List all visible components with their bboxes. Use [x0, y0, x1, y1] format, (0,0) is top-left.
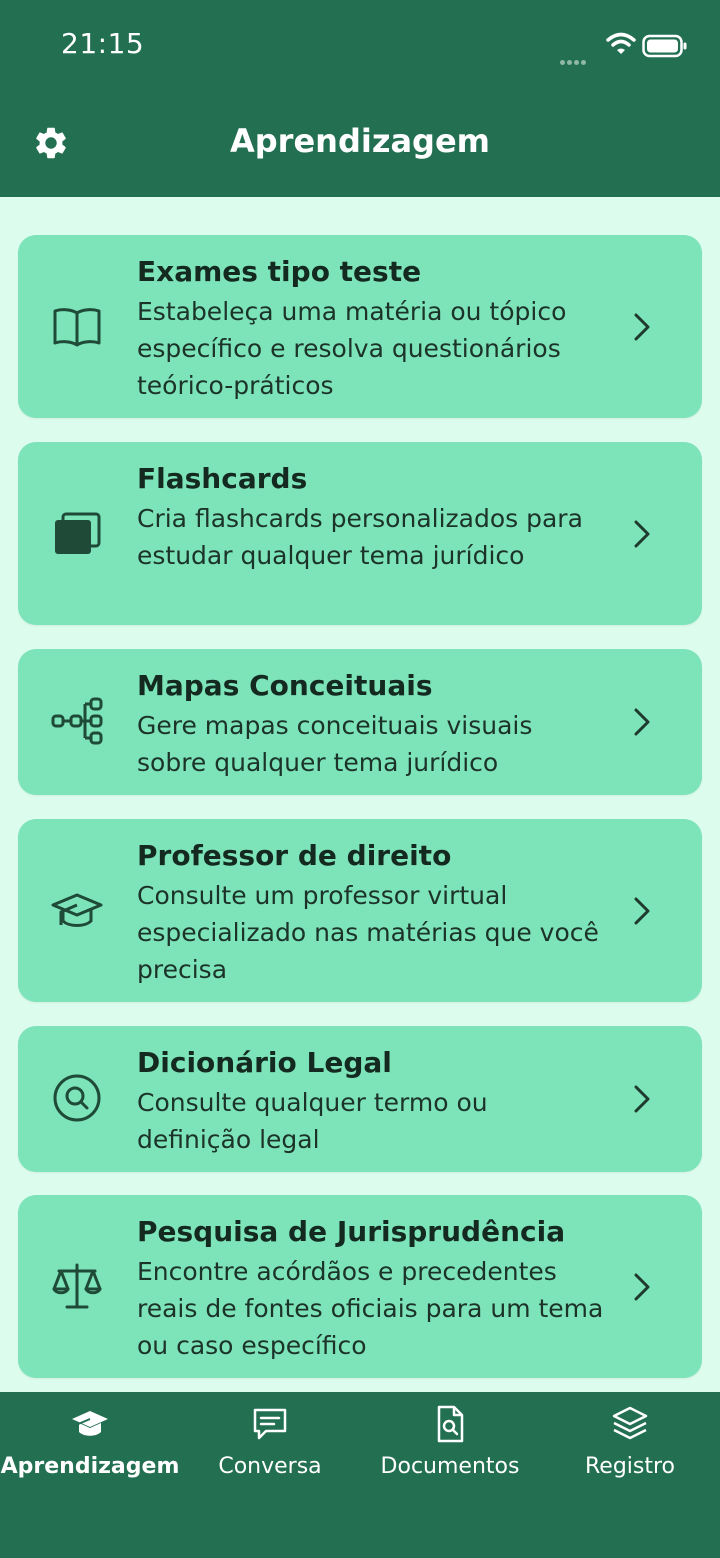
cards-icon	[55, 512, 101, 554]
tab-documentos[interactable]: Documentos	[360, 1404, 540, 1479]
chevron-right-icon	[634, 897, 650, 925]
card-title: Mapas Conceituais	[137, 669, 433, 702]
graduation-cap-icon	[51, 893, 103, 927]
card-description: Cria flashcards personalizados para estu…	[137, 504, 583, 570]
card-mapas-conceituais[interactable]: Mapas Conceituais Gere mapas conceituais…	[18, 649, 702, 795]
card-title: Flashcards	[137, 462, 308, 495]
card-dicionario-legal[interactable]: Dicionário Legal Consulte qualquer termo…	[18, 1026, 702, 1172]
document-search-icon	[437, 1405, 464, 1443]
battery-icon	[642, 34, 687, 58]
page-title: Aprendizagem	[230, 122, 490, 160]
layers-icon	[612, 1406, 648, 1440]
chevron-right-icon	[634, 313, 650, 341]
app-header: 21:15 Aprendizagem	[0, 0, 720, 197]
card-title: Pesquisa de Jurisprudência	[137, 1215, 566, 1248]
tab-label: Aprendizagem	[0, 1454, 180, 1479]
card-description: Consulte um professor virtual especializ…	[137, 881, 599, 984]
tab-conversa[interactable]: Conversa	[180, 1404, 360, 1479]
wifi-icon	[606, 32, 636, 54]
card-flashcards[interactable]: Flashcards Cria flashcards personalizado…	[18, 442, 702, 625]
bottom-tab-bar: Aprendizagem Conversa Documentos Registr…	[0, 1392, 720, 1558]
search-icon	[53, 1074, 101, 1122]
tab-aprendizagem[interactable]: Aprendizagem	[0, 1404, 180, 1479]
chat-icon	[253, 1408, 287, 1440]
tab-label: Conversa	[218, 1454, 322, 1479]
card-description: Estabeleça uma matéria ou tópico específ…	[137, 297, 567, 400]
book-icon	[53, 308, 101, 347]
graduation-cap-icon	[72, 1411, 108, 1436]
card-description: Encontre acórdãos e precedentes reais de…	[137, 1257, 604, 1360]
tab-label: Documentos	[380, 1454, 520, 1479]
card-professor-de-direito[interactable]: Professor de direito Consulte um profess…	[18, 819, 702, 1002]
card-title: Exames tipo teste	[137, 255, 422, 288]
card-title: Dicionário Legal	[137, 1046, 392, 1079]
card-title: Professor de direito	[137, 839, 452, 872]
chevron-right-icon	[634, 1085, 650, 1113]
tab-registro[interactable]: Registro	[540, 1404, 720, 1479]
chevron-right-icon	[634, 708, 650, 736]
status-time: 21:15	[61, 27, 145, 60]
card-exames-tipo-teste[interactable]: Exames tipo teste Estabeleça uma matéria…	[18, 235, 702, 418]
chevron-right-icon	[634, 1273, 650, 1301]
mindmap-icon	[51, 697, 103, 745]
card-description: Consulte qualquer termo ou definição leg…	[137, 1088, 488, 1154]
signal-icon	[560, 50, 588, 69]
chevron-right-icon	[634, 520, 650, 548]
card-description: Gere mapas conceituais visuais sobre qua…	[137, 711, 533, 777]
card-pesquisa-de-jurisprudencia[interactable]: Pesquisa de Jurisprudência Encontre acór…	[18, 1195, 702, 1378]
tab-label: Registro	[584, 1454, 676, 1479]
scales-icon	[52, 1263, 102, 1309]
